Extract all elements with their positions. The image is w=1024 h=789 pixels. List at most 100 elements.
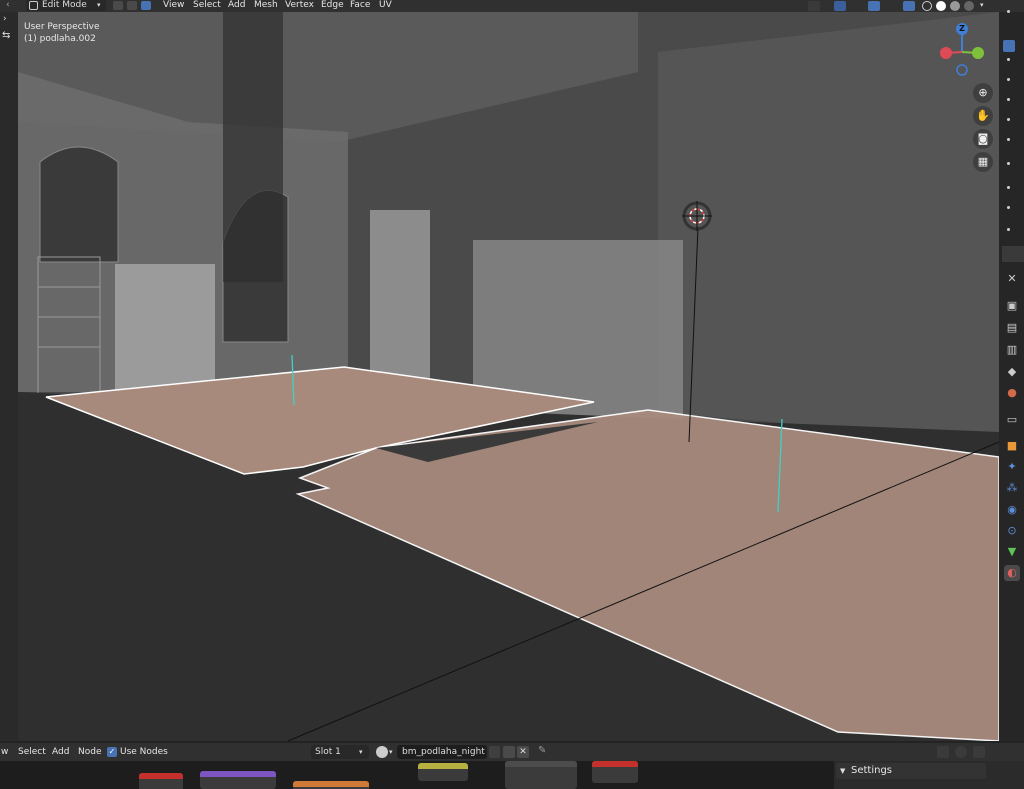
- dot-icon: [1007, 186, 1010, 189]
- chevron-down-icon: ▾: [97, 1, 101, 9]
- menu-face[interactable]: Face: [350, 0, 370, 12]
- viewport-scene: [18, 12, 999, 741]
- material-name-label: bm_podlaha_night: [402, 747, 485, 757]
- menu-vertex[interactable]: Vertex: [285, 0, 314, 12]
- material-output-node[interactable]: [592, 761, 638, 783]
- scene-icon[interactable]: ◆: [1004, 364, 1020, 380]
- fake-user-shield-icon[interactable]: [489, 746, 500, 758]
- world-icon[interactable]: ●: [1004, 385, 1020, 401]
- cabinet-left: [115, 264, 215, 390]
- tool-toggle-icon[interactable]: ⇆: [2, 30, 10, 41]
- mode-dropdown[interactable]: Edit Mode ▾: [26, 0, 106, 11]
- menu-select[interactable]: Select: [193, 0, 221, 12]
- pillar: [223, 12, 283, 282]
- render-icon[interactable]: ▣: [1004, 298, 1020, 314]
- collection-icon[interactable]: ▭: [1004, 412, 1020, 428]
- outliner-icon[interactable]: [1003, 40, 1015, 52]
- node-canvas[interactable]: [0, 761, 834, 789]
- face-select-button[interactable]: [141, 1, 151, 10]
- material-icon[interactable]: ◐: [1004, 565, 1020, 581]
- use-nodes-label: Use Nodes: [120, 747, 168, 757]
- node-menu-select[interactable]: Select: [18, 743, 46, 761]
- toggle-icon[interactable]: [1002, 246, 1024, 262]
- material-name-field[interactable]: bm_podlaha_night: [397, 745, 487, 759]
- modifier-icon[interactable]: ✦: [1004, 459, 1020, 475]
- dot-icon: [1007, 58, 1010, 61]
- slot-dropdown[interactable]: Slot 1 ▾: [311, 745, 369, 759]
- dot-icon: [1007, 118, 1010, 121]
- dot-icon: [1007, 10, 1010, 13]
- grid-icon[interactable]: ▦: [973, 152, 993, 172]
- settings-panel-header[interactable]: ▼ Settings: [836, 763, 986, 779]
- perspective-label: User Perspective: [24, 22, 100, 32]
- use-nodes-checkbox[interactable]: ✓: [107, 747, 117, 757]
- snap-mode-icon[interactable]: [973, 746, 985, 758]
- rendered-shading-icon[interactable]: [964, 1, 974, 11]
- dot-icon: [1007, 162, 1010, 165]
- snap-icon[interactable]: [955, 746, 967, 758]
- chevron-down-icon: ▾: [359, 748, 363, 756]
- output-icon[interactable]: ▤: [1004, 320, 1020, 336]
- menu-uv[interactable]: UV: [379, 0, 392, 12]
- material-browse-icon[interactable]: [376, 746, 388, 758]
- chevron-down-icon: ▼: [840, 767, 846, 775]
- parent-node-icon[interactable]: [937, 746, 949, 758]
- zoom-icon[interactable]: ⊕: [973, 83, 993, 103]
- solid-shading-icon[interactable]: [936, 1, 946, 11]
- dot-icon: [1007, 98, 1010, 101]
- edit-mode-icon: [29, 1, 38, 10]
- principled-bsdf-node[interactable]: [505, 761, 577, 789]
- duplicate-icon[interactable]: [503, 746, 515, 758]
- vertex-select-button[interactable]: [113, 1, 123, 10]
- chevron-down-icon[interactable]: ▾: [980, 0, 984, 11]
- active-object-label: (1) podlaha.002: [24, 34, 96, 44]
- chevron-left-icon[interactable]: ‹: [6, 0, 10, 10]
- gizmo-z-axis[interactable]: Z: [956, 23, 968, 35]
- menu-add[interactable]: Add: [228, 0, 245, 12]
- texture-coordinate-node[interactable]: [139, 773, 183, 789]
- gizmo-toggle-icon[interactable]: [834, 1, 846, 11]
- settings-label: Settings: [851, 765, 893, 776]
- overlay-toggle-icon[interactable]: [868, 1, 880, 11]
- data-icon[interactable]: ▼: [1004, 544, 1020, 560]
- menu-view-truncated[interactable]: w: [1, 743, 8, 761]
- hand-icon[interactable]: ✋: [973, 106, 993, 126]
- toolbar-strip: [0, 12, 18, 741]
- chevron-down-icon[interactable]: ▾: [389, 746, 393, 758]
- mapping-node[interactable]: [200, 771, 276, 789]
- dot-icon: [1007, 78, 1010, 81]
- xray-toggle-icon[interactable]: [903, 1, 915, 11]
- node-menu-node[interactable]: Node: [78, 743, 102, 761]
- 3d-viewport[interactable]: User Perspective (1) podlaha.002: [18, 12, 999, 741]
- menu-view[interactable]: View: [163, 0, 184, 12]
- gizmo-x-axis[interactable]: [940, 47, 952, 59]
- close-icon[interactable]: ✕: [517, 746, 529, 758]
- image-texture-node[interactable]: [293, 781, 369, 789]
- object-icon[interactable]: ■: [1004, 438, 1020, 454]
- dot-icon: [1007, 138, 1010, 141]
- menu-edge[interactable]: Edge: [321, 0, 344, 12]
- visibility-icon[interactable]: [808, 1, 820, 11]
- material-shading-icon[interactable]: [950, 1, 960, 11]
- dot-icon: [1007, 206, 1010, 209]
- tool-icon[interactable]: ✕: [1004, 271, 1020, 287]
- slot-label: Slot 1: [315, 747, 341, 757]
- wireframe-shading-icon[interactable]: [922, 1, 932, 11]
- physics-icon[interactable]: ◉: [1004, 502, 1020, 518]
- menu-mesh[interactable]: Mesh: [254, 0, 278, 12]
- window-arch-left: [39, 146, 119, 263]
- pin-icon[interactable]: ✎: [538, 745, 546, 756]
- gizmo-y-axis[interactable]: [972, 47, 984, 59]
- view-layer-icon[interactable]: ▥: [1004, 342, 1020, 358]
- edge-select-button[interactable]: [127, 1, 137, 10]
- constraints-icon[interactable]: ⊙: [1004, 523, 1020, 539]
- hue-saturation-node[interactable]: [418, 763, 468, 781]
- camera-icon[interactable]: ◙: [973, 129, 993, 149]
- node-menu-add[interactable]: Add: [52, 743, 69, 761]
- chevron-left-icon[interactable]: ›: [3, 14, 7, 24]
- particles-icon[interactable]: ⁂: [1004, 480, 1020, 496]
- mode-label: Edit Mode: [42, 0, 87, 10]
- dot-icon: [1007, 228, 1010, 231]
- viewport-info: User Perspective (1) podlaha.002: [24, 21, 100, 45]
- cabinet-middle: [370, 210, 430, 380]
